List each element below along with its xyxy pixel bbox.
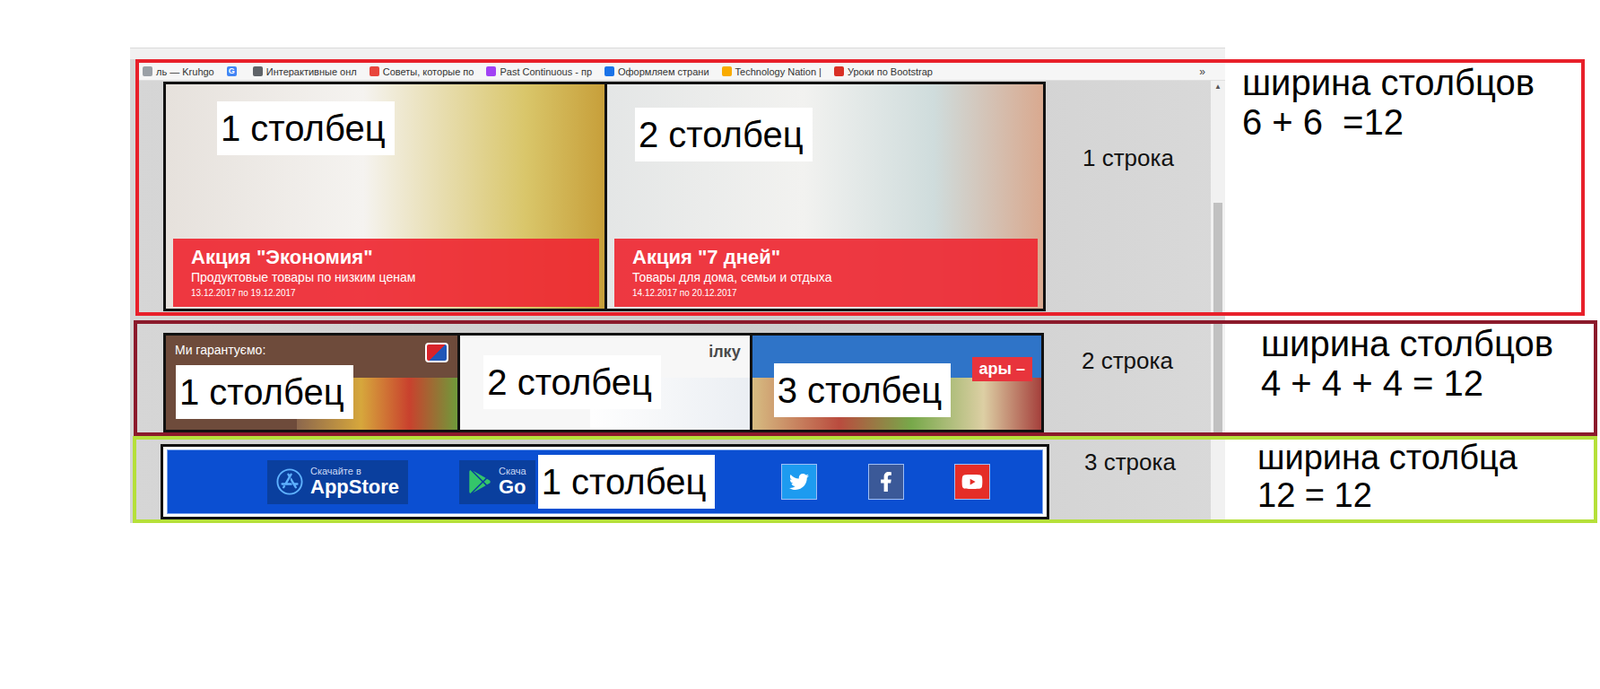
grid-row-frame: ль — Kruhgo G Интерактивные онл Советы, кот…	[135, 59, 1585, 316]
row-body: Ми гарантуємо: 1 столбец ілку 2 столбец ары …	[137, 323, 1226, 433]
column-group: Скачайте вAppStoreСкачаGo1 столбец	[160, 443, 1050, 520]
annotation-title: ширина столбца	[1257, 439, 1594, 478]
youtube-icon[interactable]	[954, 463, 991, 500]
banner-caption: ілку	[708, 342, 740, 362]
column-label: 2 столбец	[634, 107, 813, 162]
facebook-icon[interactable]	[868, 463, 905, 500]
row-label: 2 строка	[1043, 323, 1211, 433]
column-label: 1 столбец	[175, 365, 354, 419]
promo-caption[interactable]: Акция "7 дней"Товары для дома, семьи и о…	[614, 238, 1038, 307]
banner-column[interactable]: Ми гарантуємо: 1 столбец	[165, 335, 458, 430]
promo-subtitle: Товары для дома, семьи и отдыха	[632, 269, 1020, 286]
row-screenshot: Ми гарантуємо: 1 столбец ілку 2 столбец ары …	[137, 323, 1226, 433]
favicon-icon	[486, 66, 496, 77]
promo-dates: 14.12.2017 по 20.12.2017	[632, 286, 1020, 299]
grid-row-frame: Ми гарантуємо: 1 столбец ілку 2 столбец ары …	[133, 320, 1598, 436]
store-name: AppStore	[310, 476, 400, 498]
promo-column[interactable]: 2 столбец Акция "7 дней"Товары для дома, …	[604, 84, 1044, 309]
column-group: Ми гарантуємо: 1 столбец ілку 2 столбец ары …	[163, 332, 1044, 433]
bookmark[interactable]: Советы, которые по	[369, 66, 475, 78]
promo-subtitle: Продуктовые товары по низким ценам	[191, 269, 582, 286]
banner-column[interactable]: ары – 3 столбец	[749, 335, 1042, 430]
store-caption: Скачайте в	[310, 465, 400, 477]
store-logo-icon	[425, 342, 449, 363]
annotation-title: ширина столбцов	[1260, 323, 1594, 364]
grid-row-frame: Скачайте вAppStoreСкачаGo1 столбец3 стро…	[132, 435, 1598, 523]
banner-caption: ары –	[972, 356, 1033, 382]
promo-caption[interactable]: Акция "Экономия"Продуктовые товары по ни…	[173, 238, 600, 307]
promo-column[interactable]: 1 столбец Акция "Экономия"Продуктовые тов…	[165, 84, 605, 309]
width-annotation: ширина столбца12 = 12	[1225, 439, 1594, 520]
annotation-formula: 6 + 6=12	[1242, 102, 1582, 142]
column-label: 2 столбец	[483, 355, 661, 409]
favicon-icon	[369, 66, 380, 77]
promo-dates: 13.12.2017 по 19.12.2017	[191, 286, 582, 299]
google-play-icon	[468, 469, 492, 494]
scrollbar[interactable]	[1210, 323, 1226, 433]
column-label: 1 столбец	[538, 454, 716, 509]
twitter-icon[interactable]	[781, 463, 818, 500]
annotation-formula: 12 = 12	[1257, 477, 1594, 515]
bookmark[interactable]: Technology Nation |	[721, 66, 822, 78]
favicon-icon	[834, 66, 844, 77]
row-body: Скачайте вAppStoreСкачаGo1 столбец3 стро…	[136, 439, 1226, 520]
store-name: Go	[498, 476, 527, 498]
page: ль — Kruhgo G Интерактивные онл Советы, кот…	[0, 0, 1600, 689]
banner-caption: Ми гарантуємо:	[174, 342, 266, 357]
annotated-screenshot: ль — Kruhgo G Интерактивные онл Советы, кот…	[130, 47, 1598, 523]
column-group: 1 столбец Акция "Экономия"Продуктовые тов…	[163, 81, 1046, 312]
row-screenshot: Скачайте вAppStoreСкачаGo1 столбец3 стро…	[136, 439, 1226, 520]
store-button[interactable]: Скачайте вAppStore	[267, 460, 409, 505]
bookmarks-overflow[interactable]: »	[1199, 65, 1226, 79]
width-annotation: ширина столбцов6 + 6=12	[1225, 62, 1582, 313]
bookmark[interactable]: Оформляем страни	[604, 66, 710, 78]
scrollbar[interactable]: ▲	[1210, 80, 1226, 313]
favicon-icon	[142, 66, 153, 77]
column-label: 1 столбец	[217, 101, 395, 156]
promo-title: Акция "Экономия"	[191, 246, 582, 269]
row-label: 3 строка	[1049, 439, 1211, 520]
width-annotation: ширина столбцов4 + 4 + 4 = 12	[1225, 323, 1594, 433]
store-button[interactable]: СкачаGo	[459, 460, 536, 505]
bookmark[interactable]: G	[226, 66, 241, 77]
row-body: 1 столбец Акция "Экономия"Продуктовые тов…	[139, 80, 1226, 313]
bookmark[interactable]: Past Continuous - пр	[486, 66, 592, 78]
promo-title: Акция "7 дней"	[632, 246, 1020, 269]
favicon-icon	[721, 66, 732, 77]
favicon-icon: G	[226, 66, 237, 77]
scroll-thumb[interactable]	[1213, 202, 1223, 313]
app-store-icon	[276, 468, 304, 496]
bookmark[interactable]: Интерактивные онл	[252, 66, 357, 78]
store-caption: Скача	[498, 465, 527, 477]
favicon-icon	[604, 66, 615, 77]
apps-bar: Скачайте вAppStoreСкачаGo1 столбец	[166, 449, 1044, 514]
annotation-formula: 4 + 4 + 4 = 12	[1260, 363, 1594, 403]
row-label: 1 строка	[1045, 80, 1211, 313]
bookmarks-bar: ль — Kruhgo G Интерактивные онл Советы, кот…	[139, 62, 1226, 81]
column-label: 3 столбец	[773, 363, 952, 418]
apps-column: Скачайте вAppStoreСкачаGo1 столбец	[163, 446, 1047, 517]
bookmark[interactable]: Уроки по Bootstrap	[834, 66, 933, 78]
scroll-up-icon[interactable]: ▲	[1210, 80, 1226, 94]
bookmark[interactable]: ль — Kruhgo	[142, 66, 215, 78]
banner-column[interactable]: ілку 2 столбец	[457, 335, 749, 430]
browser-toolbar	[130, 47, 1226, 60]
scrollbar[interactable]	[1210, 439, 1226, 520]
favicon-icon	[252, 66, 263, 77]
annotation-title: ширина столбцов	[1242, 62, 1582, 103]
row-screenshot: ль — Kruhgo G Интерактивные онл Советы, кот…	[139, 62, 1226, 313]
scroll-thumb[interactable]	[1213, 323, 1223, 433]
